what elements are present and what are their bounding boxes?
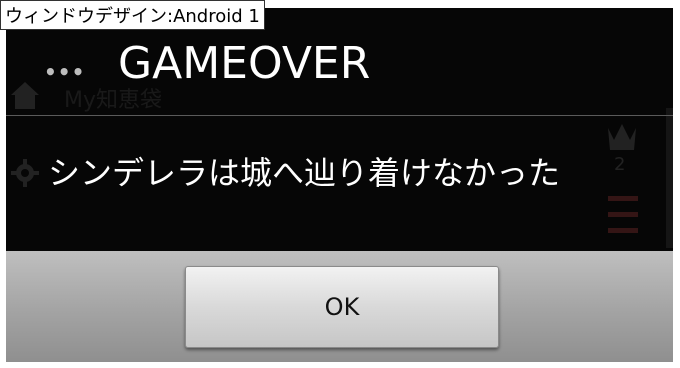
- dialog-title: GAMEOVER: [118, 38, 371, 89]
- android-screen: My知恵袋 2 ••• GAMEOVER シンデレラは城へ辿り着けなかった OK: [6, 8, 673, 362]
- background-rank-digit: 2: [614, 154, 625, 175]
- ok-button-label: OK: [324, 293, 360, 321]
- dialog-button-bar: OK: [6, 251, 673, 362]
- home-icon: [11, 82, 39, 109]
- dialog-message: シンデレラは城へ辿り着けなかった: [48, 154, 561, 192]
- dialog-divider: [6, 115, 673, 116]
- menu-dots-icon: •••: [44, 60, 86, 84]
- window-frame: My知恵袋 2 ••• GAMEOVER シンデレラは城へ辿り着けなかった OK…: [0, 0, 680, 368]
- ok-button[interactable]: OK: [185, 266, 499, 348]
- gear-icon: [11, 159, 39, 187]
- crown-icon: 2: [608, 108, 673, 248]
- window-caption: ウィンドウデザイン:Android 1: [0, 0, 265, 30]
